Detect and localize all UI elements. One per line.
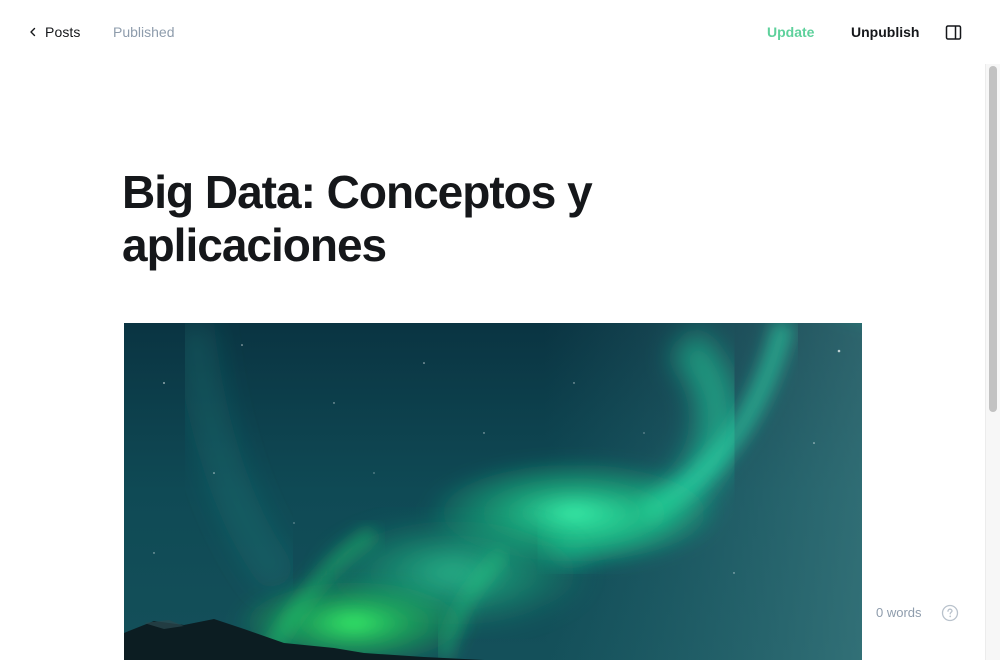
editor-header: Posts Published Update Unpublish [0,0,1000,64]
question-circle-icon[interactable] [941,604,959,622]
scrollbar-thumb[interactable] [989,66,997,412]
sidebar-toggle-icon[interactable] [944,23,963,42]
post-title[interactable]: Big Data: Conceptos y aplicaciones [122,166,822,272]
back-to-posts-link[interactable]: Posts [26,22,81,42]
post-status: Published [113,24,175,40]
back-label: Posts [45,24,81,40]
feature-image[interactable] [124,323,862,660]
post-editor: Posts Published Update Unpublish Big Dat… [0,0,1000,660]
update-button[interactable]: Update [764,22,817,42]
chevron-left-icon [26,25,40,39]
word-count: 0 words [876,605,922,620]
aurora-image [124,323,862,660]
unpublish-button[interactable]: Unpublish [848,22,922,42]
